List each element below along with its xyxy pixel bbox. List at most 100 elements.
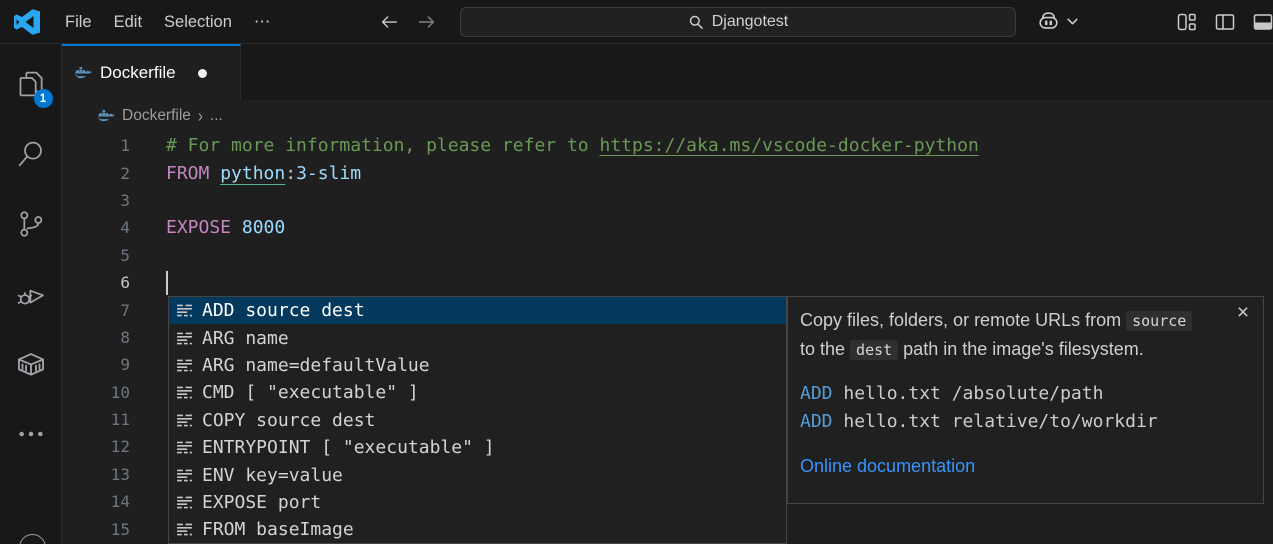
close-icon[interactable]: × — [1232, 302, 1254, 324]
line-number: 2 — [62, 164, 130, 183]
suggestion-item[interactable]: FROM baseImage — [169, 516, 786, 543]
account-icon[interactable] — [19, 534, 46, 544]
suggestion-label: ARG name=defaultValue — [202, 355, 430, 376]
search-icon — [688, 14, 704, 30]
suggestion-label: ENV key=value — [202, 465, 343, 486]
suggestion-label: ENTRYPOINT [ "executable" ] — [202, 437, 495, 458]
suggestion-item[interactable]: ENTRYPOINT [ "executable" ] — [169, 434, 786, 461]
line-number: 4 — [62, 218, 130, 237]
docs-code-token: ADD — [800, 411, 833, 432]
line-number: 12 — [62, 437, 130, 456]
menu-edit[interactable]: Edit — [103, 8, 153, 37]
suggest-list: ADD source dest ARG name ARG name=defaul… — [169, 297, 786, 544]
snippet-icon — [176, 357, 193, 374]
suggestion-label: ARG name — [202, 328, 289, 349]
online-documentation-link[interactable]: Online documentation — [800, 456, 1251, 477]
customize-layout-icon[interactable] — [1176, 11, 1198, 33]
command-center-value: Djangotest — [712, 13, 789, 31]
code-line: 4EXPOSE 8000 — [62, 214, 1273, 241]
toggle-sidebar-icon[interactable] — [1214, 11, 1236, 33]
suggestion-item[interactable]: ENV key=value — [169, 461, 786, 488]
docs-code-token: hello.txt /absolute/path — [833, 383, 1104, 404]
docs-code-token: hello.txt relative/to/workdir — [833, 411, 1158, 432]
chevron-down-icon — [1066, 15, 1079, 28]
docs-description: Copy files, folders, or remote URLs from… — [800, 306, 1202, 364]
line-number: 7 — [62, 301, 130, 320]
code-token: https://aka.ms/vscode-docker-python — [599, 135, 978, 156]
line-number: 13 — [62, 465, 130, 484]
menu-file[interactable]: File — [54, 8, 103, 37]
code-text[interactable]: FROM python:3-slim — [130, 163, 361, 184]
suggestion-label: ADD source dest — [202, 300, 365, 321]
arrow-right-icon[interactable] — [416, 11, 438, 33]
activity-docker[interactable] — [7, 340, 55, 388]
tab-label: Dockerfile — [100, 63, 176, 83]
breadcrumb-item-file[interactable]: Dockerfile — [122, 107, 191, 125]
code-token: python — [220, 163, 285, 184]
code-text[interactable]: EXPOSE 8000 — [130, 217, 285, 238]
tab-dockerfile[interactable]: Dockerfile — [62, 44, 241, 100]
copilot-icon — [1036, 9, 1061, 34]
line-number: 8 — [62, 328, 130, 347]
line-number: 14 — [62, 492, 130, 511]
docker-whale-icon — [75, 65, 92, 82]
code-line: 6 — [62, 269, 1273, 296]
line-number: 10 — [62, 383, 130, 402]
line-number: 6 — [62, 273, 130, 292]
explorer-badge: 1 — [34, 89, 53, 108]
menu-bar: File Edit Selection ⋯ — [54, 0, 283, 44]
breadcrumb: Dockerfile › ... — [62, 100, 1273, 132]
source-control-icon — [15, 208, 47, 240]
menu-more[interactable]: ⋯ — [243, 7, 284, 37]
activity-search[interactable] — [7, 130, 55, 178]
docs-text-segment: path in the image's filesystem. — [898, 339, 1144, 359]
toggle-panel-icon[interactable] — [1252, 11, 1273, 33]
code-text[interactable]: # For more information, please refer to … — [130, 135, 979, 156]
activity-more[interactable] — [7, 410, 55, 458]
suggestion-item[interactable]: ADD source dest — [169, 297, 786, 324]
snippet-icon — [176, 330, 193, 347]
code-token: 3-slim — [296, 163, 361, 184]
suggestion-item[interactable]: EXPOSE port — [169, 489, 786, 516]
line-number: 3 — [62, 191, 130, 210]
menu-selection[interactable]: Selection — [153, 8, 243, 37]
copilot-menu[interactable] — [1036, 9, 1079, 34]
command-center-search[interactable]: Djangotest — [460, 7, 1016, 37]
nav-history — [378, 0, 438, 44]
line-number: 1 — [62, 136, 130, 155]
line-number: 9 — [62, 355, 130, 374]
code-line: 3 — [62, 187, 1273, 214]
suggestion-item[interactable]: CMD [ "executable" ] — [169, 379, 786, 406]
activity-source-control[interactable] — [7, 200, 55, 248]
line-number: 11 — [62, 410, 130, 429]
code-token: EXPOSE — [166, 217, 242, 238]
code-token: FROM — [166, 163, 220, 184]
suggestion-item[interactable]: COPY source dest — [169, 407, 786, 434]
docker-whale-icon — [98, 108, 115, 125]
code-line: 1# For more information, please refer to… — [62, 132, 1273, 159]
code-line: 2FROM python:3-slim — [62, 159, 1273, 186]
tab-file-icon-slot — [75, 65, 92, 82]
arrow-left-icon[interactable] — [378, 11, 400, 33]
activity-run-debug[interactable] — [7, 270, 55, 318]
code-token: # For more information, please refer to — [166, 135, 599, 156]
snippet-icon — [176, 302, 193, 319]
snippet-icon — [176, 384, 193, 401]
chevron-right-icon: › — [198, 105, 203, 126]
docs-example-line: ADD hello.txt relative/to/workdir — [800, 408, 1251, 436]
suggestion-item[interactable]: ARG name=defaultValue — [169, 352, 786, 379]
breadcrumb-item-symbol[interactable]: ... — [210, 107, 223, 125]
docs-text-segment: source — [1126, 311, 1192, 331]
code-text[interactable] — [130, 271, 168, 295]
suggestion-label: EXPOSE port — [202, 492, 321, 513]
suggestion-item[interactable]: ARG name — [169, 324, 786, 351]
suggestion-label: CMD [ "executable" ] — [202, 382, 419, 403]
snippet-icon — [176, 521, 193, 538]
suggest-widget: ADD source dest ARG name ARG name=defaul… — [168, 296, 787, 544]
activity-explorer[interactable]: 1 — [7, 60, 55, 108]
code-line: 5 — [62, 242, 1273, 269]
title-bar: File Edit Selection ⋯ Djangotest — [0, 0, 1273, 44]
docs-example-line: ADD hello.txt /absolute/path — [800, 380, 1251, 408]
modified-indicator-icon[interactable] — [198, 69, 207, 78]
snippet-icon — [176, 467, 193, 484]
